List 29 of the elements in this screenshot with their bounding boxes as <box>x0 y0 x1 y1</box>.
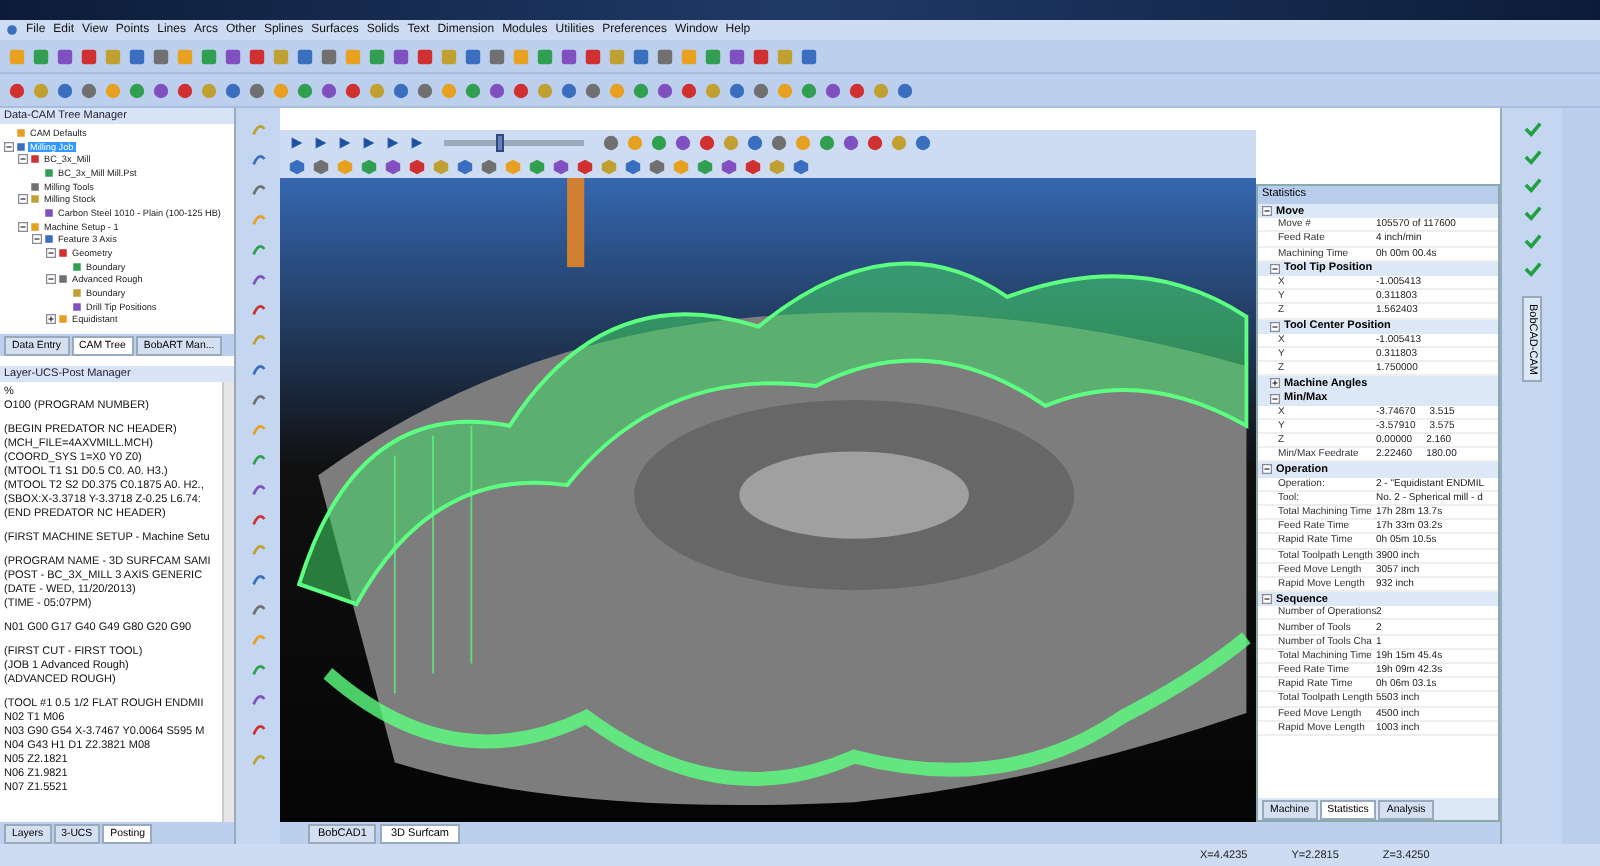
node-icon <box>58 274 68 285</box>
expander-icon[interactable] <box>46 248 56 259</box>
expander-icon[interactable] <box>32 234 42 245</box>
expander-icon[interactable] <box>1270 393 1280 404</box>
scrollbar[interactable] <box>222 382 235 822</box>
expander-icon[interactable] <box>18 221 28 232</box>
node-icon <box>44 234 54 245</box>
expander-icon[interactable] <box>1270 378 1280 389</box>
node-icon <box>58 314 68 325</box>
expander-icon[interactable] <box>4 141 14 152</box>
node-icon <box>16 127 26 138</box>
node-icon <box>44 167 54 178</box>
expander-icon[interactable] <box>18 194 28 205</box>
slider-thumb[interactable] <box>496 133 504 151</box>
expander-icon[interactable] <box>1262 464 1272 475</box>
node-icon <box>72 261 82 272</box>
node-icon <box>16 141 26 152</box>
expander-icon[interactable] <box>46 314 56 325</box>
expander-icon[interactable] <box>1262 594 1272 605</box>
expander-icon[interactable] <box>1270 263 1280 274</box>
node-icon <box>30 221 40 232</box>
node-icon <box>44 207 54 218</box>
expander-icon[interactable] <box>46 274 56 285</box>
expander-icon[interactable] <box>18 154 28 165</box>
app-icon <box>6 24 18 36</box>
expander-icon[interactable] <box>1262 206 1272 217</box>
node-icon <box>58 248 68 259</box>
expander-icon[interactable] <box>1270 321 1280 332</box>
node-icon <box>30 154 40 165</box>
